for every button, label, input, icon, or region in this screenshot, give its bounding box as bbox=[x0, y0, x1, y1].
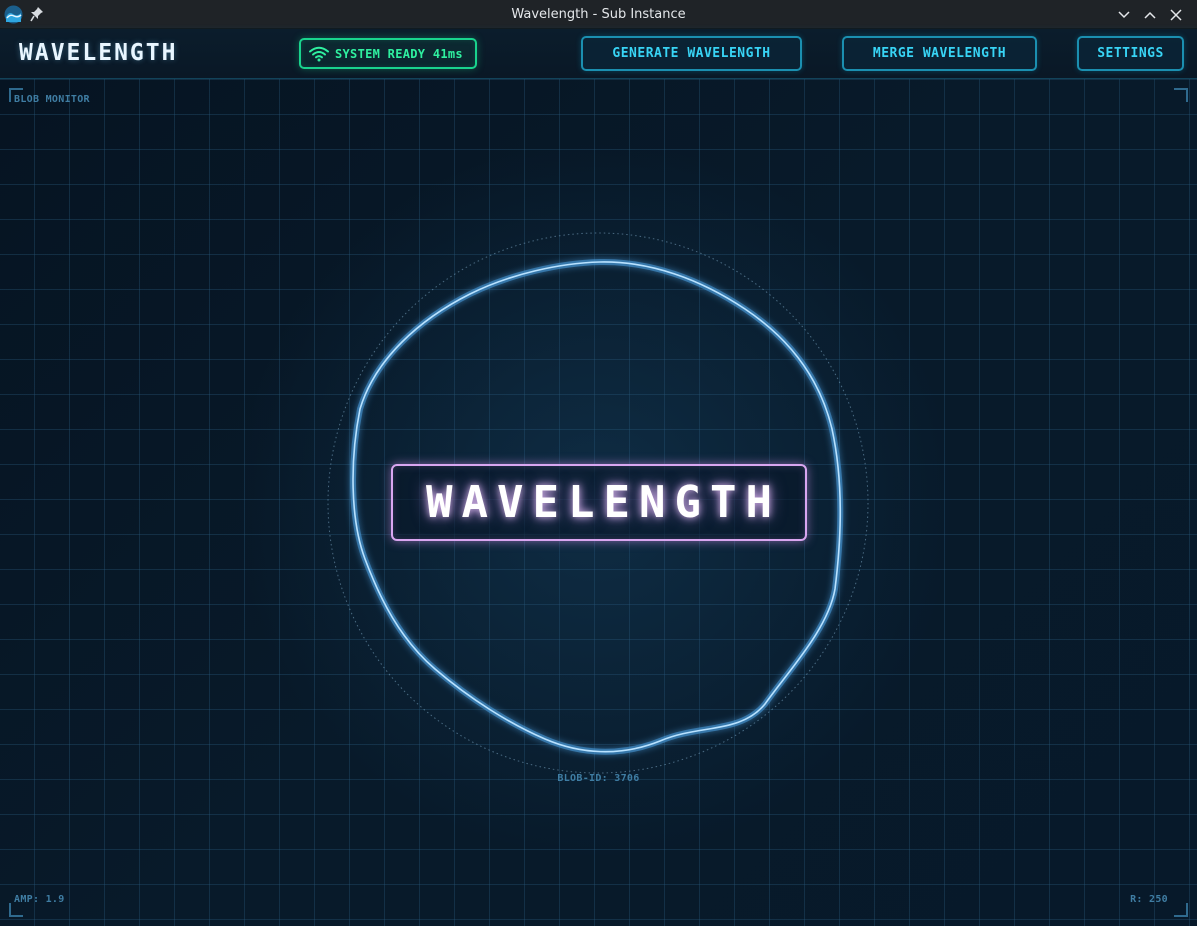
merge-wavelength-button[interactable]: MERGE WAVELENGTH bbox=[842, 36, 1037, 71]
center-title-frame: WAVELENGTH bbox=[391, 464, 807, 541]
generate-wavelength-button[interactable]: GENERATE WAVELENGTH bbox=[581, 36, 802, 71]
settings-button[interactable]: SETTINGS bbox=[1077, 36, 1184, 71]
radius-readout: R: 250 bbox=[1130, 894, 1168, 905]
system-status-badge: SYSTEM READY 41ms bbox=[299, 38, 477, 69]
window-title: Wavelength - Sub Instance bbox=[511, 7, 686, 22]
blob-monitor-panel: BLOB MONITOR WAVELENGTH BLOB-ID: 3706 AM… bbox=[0, 79, 1197, 926]
app-logo: WAVELENGTH bbox=[19, 40, 178, 66]
window-titlebar: Wavelength - Sub Instance bbox=[0, 0, 1197, 29]
maximize-icon[interactable] bbox=[1139, 4, 1161, 26]
center-title-text: WAVELENGTH bbox=[426, 477, 781, 528]
amplitude-readout: AMP: 1.9 bbox=[14, 894, 65, 905]
close-icon[interactable] bbox=[1165, 4, 1187, 26]
blob-id-label: BLOB-ID: 3706 bbox=[557, 773, 640, 784]
window-controls bbox=[1113, 0, 1187, 29]
system-status-text: SYSTEM READY 41ms bbox=[335, 46, 463, 61]
app-header: WAVELENGTH SYSTEM READY 41ms GENERATE WA… bbox=[0, 29, 1197, 79]
minimize-icon[interactable] bbox=[1113, 4, 1135, 26]
wifi-icon bbox=[309, 46, 329, 61]
